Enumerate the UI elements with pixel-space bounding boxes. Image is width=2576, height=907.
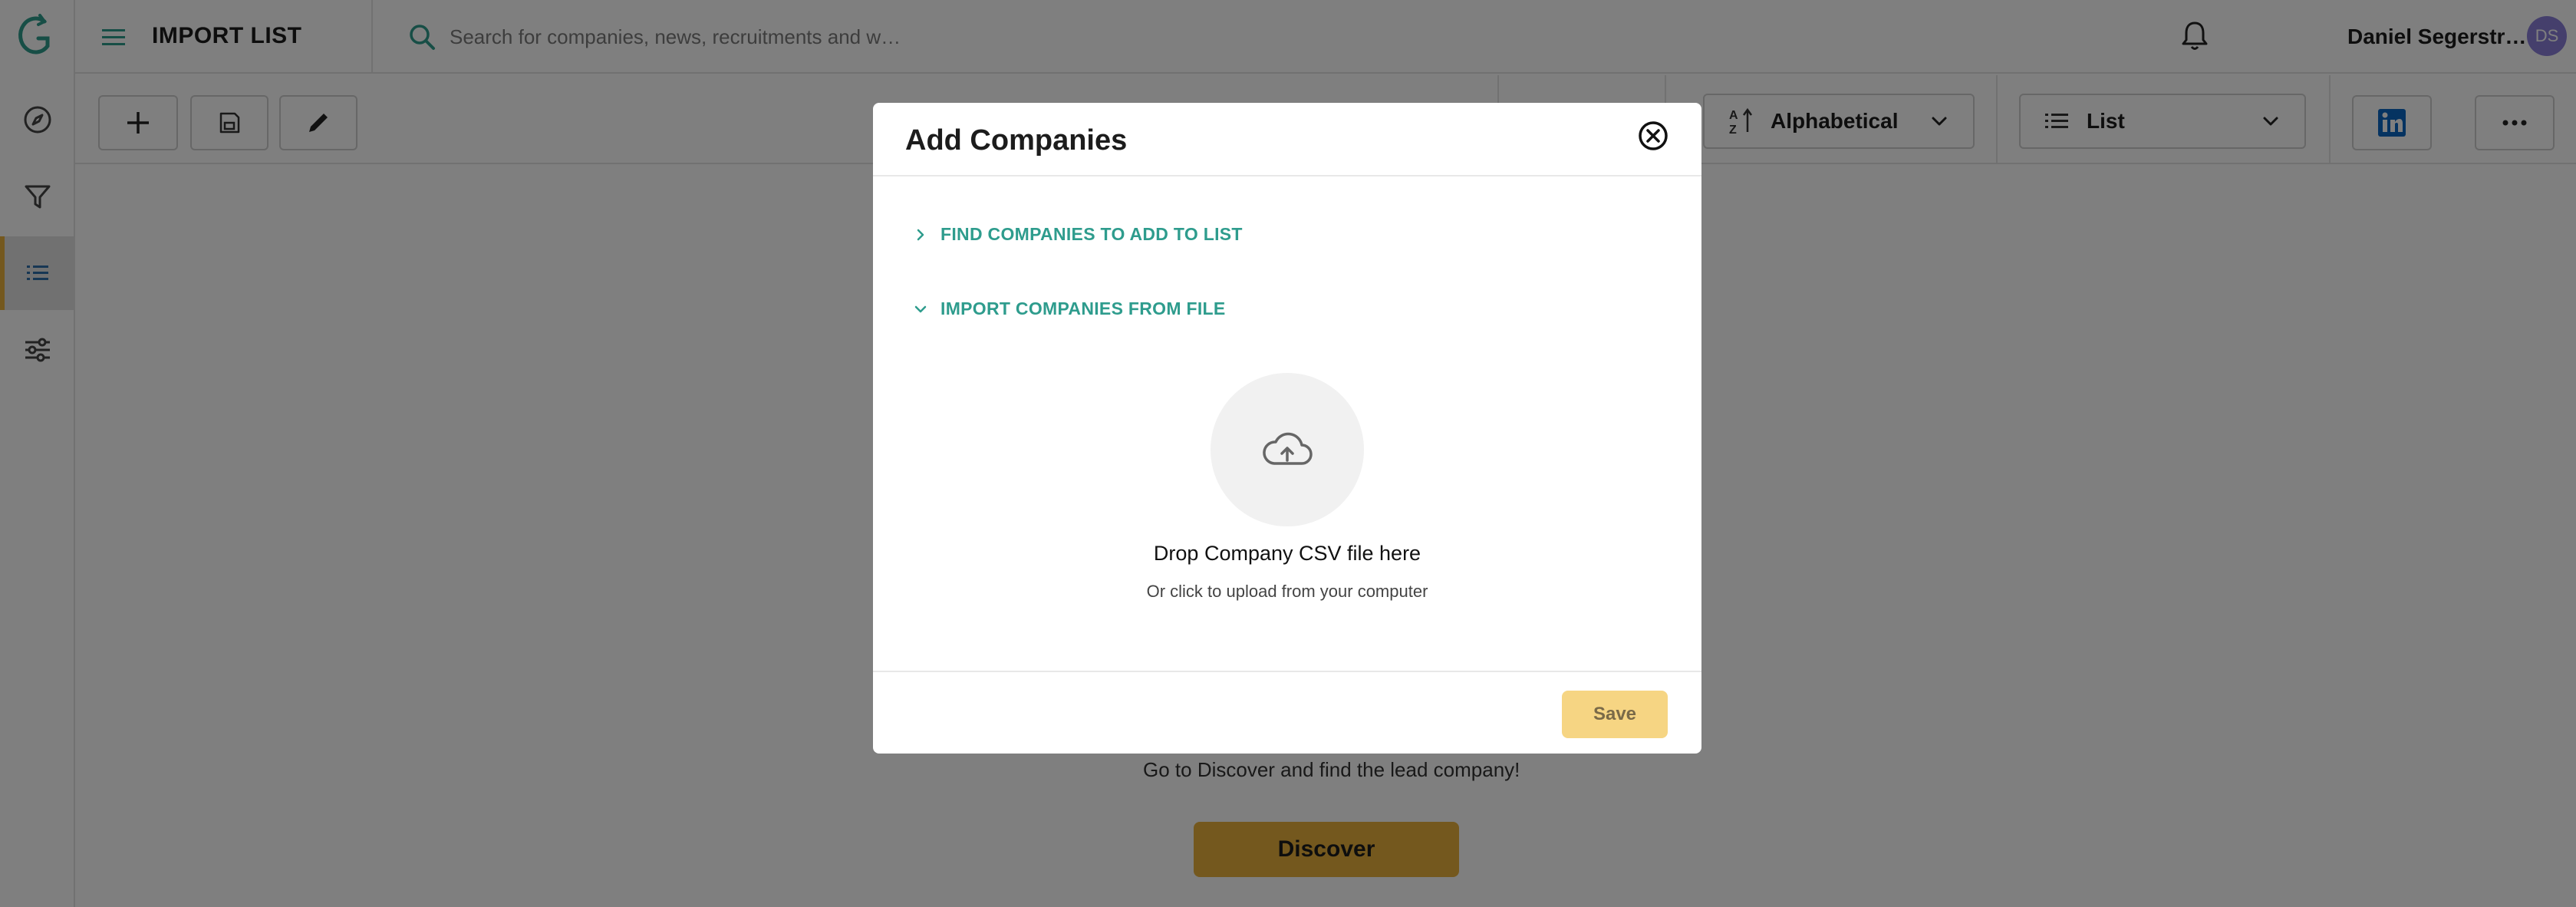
modal-title: Add Companies — [905, 124, 1128, 157]
add-companies-modal: Add Companies FIND COMPANIES TO ADD TO L… — [873, 103, 1701, 754]
find-companies-toggle[interactable]: FIND COMPANIES TO ADD TO LIST — [913, 224, 1243, 245]
modal-header: Add Companies — [873, 103, 1701, 176]
import-from-file-label: IMPORT COMPANIES FROM FILE — [940, 298, 1226, 318]
modal-footer: Save — [873, 671, 1701, 754]
chevron-right-icon — [917, 229, 924, 240]
close-button[interactable] — [1637, 120, 1669, 152]
dropzone-title: Drop Company CSV file here — [1153, 542, 1421, 565]
import-from-file-toggle[interactable]: IMPORT COMPANIES FROM FILE — [913, 298, 1226, 319]
save-button[interactable]: Save — [1562, 691, 1668, 738]
chevron-down-icon — [914, 305, 927, 312]
dropzone-subtitle: Or click to upload from your computer — [1146, 582, 1428, 601]
find-companies-label: FIND COMPANIES TO ADD TO LIST — [940, 224, 1243, 244]
close-icon — [1639, 121, 1668, 150]
cloud-upload-icon — [1263, 432, 1313, 465]
upload-circle — [1211, 373, 1364, 526]
csv-dropzone[interactable]: Drop Company CSV file here Or click to u… — [1134, 373, 1441, 626]
